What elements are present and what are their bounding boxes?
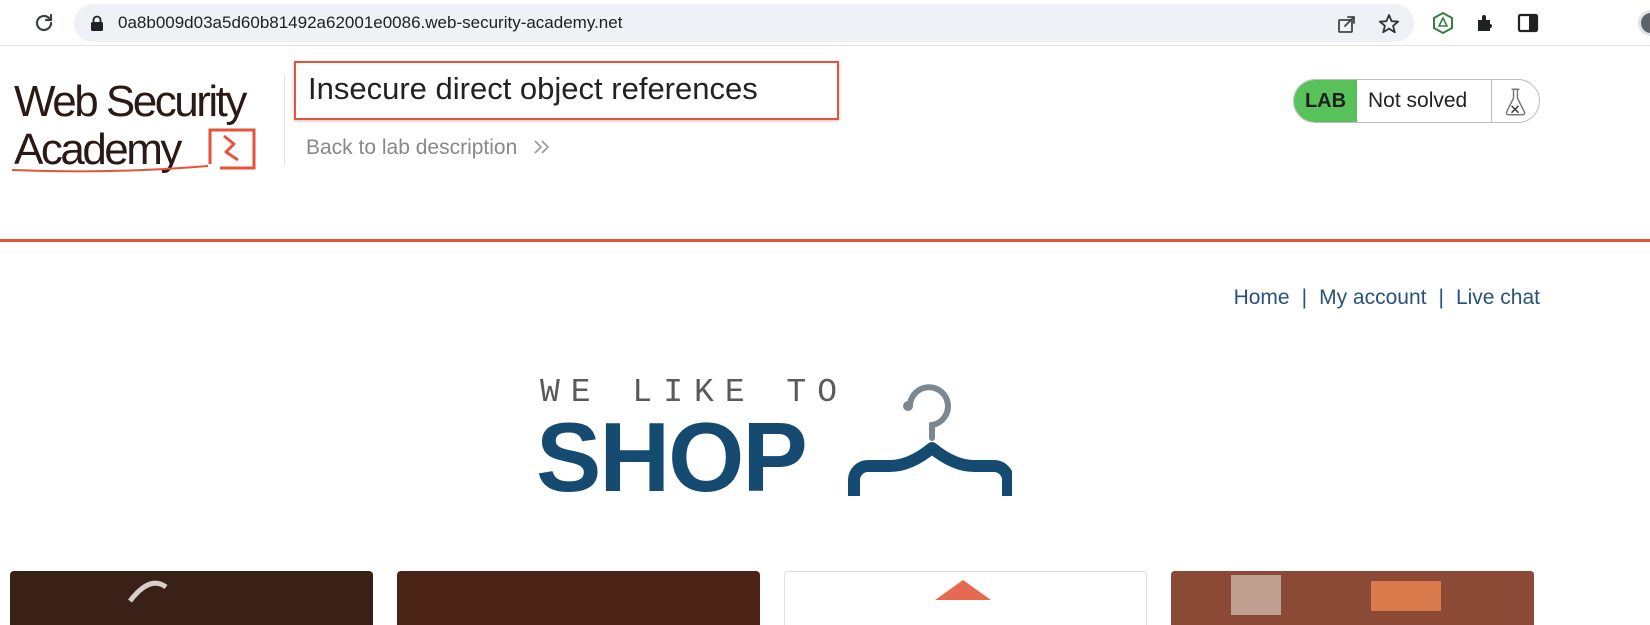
forward-icon[interactable]: › <box>0 12 8 34</box>
web-security-academy-logo[interactable]: Web Security Academy <box>12 76 284 176</box>
puzzle-icon[interactable] <box>1474 11 1498 35</box>
extension-hex-icon[interactable] <box>1431 11 1455 35</box>
avatar[interactable] <box>1638 10 1650 36</box>
product-image[interactable] <box>397 571 760 625</box>
star-icon[interactable] <box>1378 13 1400 35</box>
lab-title-highlight: Insecure direct object references <box>294 61 839 120</box>
lock-icon[interactable] <box>90 15 104 31</box>
nav-separator: | <box>1438 286 1444 309</box>
svg-text:Academy: Academy <box>14 125 182 174</box>
back-to-lab-description-link[interactable]: Back to lab description <box>306 136 517 160</box>
product-image[interactable] <box>1171 571 1534 625</box>
svg-text:Web Security: Web Security <box>14 77 247 126</box>
nav-home-link[interactable]: Home <box>1234 286 1290 309</box>
address-bar[interactable]: 0a8b009d03a5d60b81492a62001e0086.web-sec… <box>74 4 1414 42</box>
nav-separator: | <box>1301 286 1308 309</box>
product-image-art <box>1171 571 1534 625</box>
header-divider <box>284 74 285 166</box>
lab-status-text: Not solved <box>1368 89 1468 112</box>
nav-my-account-link[interactable]: My account <box>1319 286 1426 309</box>
reload-icon[interactable] <box>32 11 56 35</box>
url-text[interactable]: 0a8b009d03a5d60b81492a62001e0086.web-sec… <box>118 13 622 33</box>
lab-badge: LAB <box>1294 80 1357 122</box>
product-image-art <box>128 580 168 603</box>
share-icon[interactable] <box>1336 13 1358 35</box>
lab-status-widget: LAB Not solved <box>1293 79 1540 123</box>
product-image-art <box>935 580 991 600</box>
sidepanel-icon[interactable] <box>1516 11 1540 35</box>
product-image[interactable] <box>784 571 1147 625</box>
clothes-hanger-icon <box>848 384 1012 496</box>
lab-title: Insecure direct object references <box>308 71 758 106</box>
browser-toolbar: › 0a8b009d03a5d60b81492a62001e0086.web-s… <box>0 0 1650 46</box>
nav-live-chat-link[interactable]: Live chat <box>1456 286 1540 309</box>
double-chevron-right-icon[interactable] <box>532 136 552 158</box>
shop-top-nav: Home | My account | Live chat <box>1234 286 1540 310</box>
shop-logo-title: SHOP <box>536 402 808 512</box>
header-separator <box>0 239 1650 242</box>
flask-icon <box>1491 80 1526 122</box>
product-image[interactable] <box>10 571 373 625</box>
